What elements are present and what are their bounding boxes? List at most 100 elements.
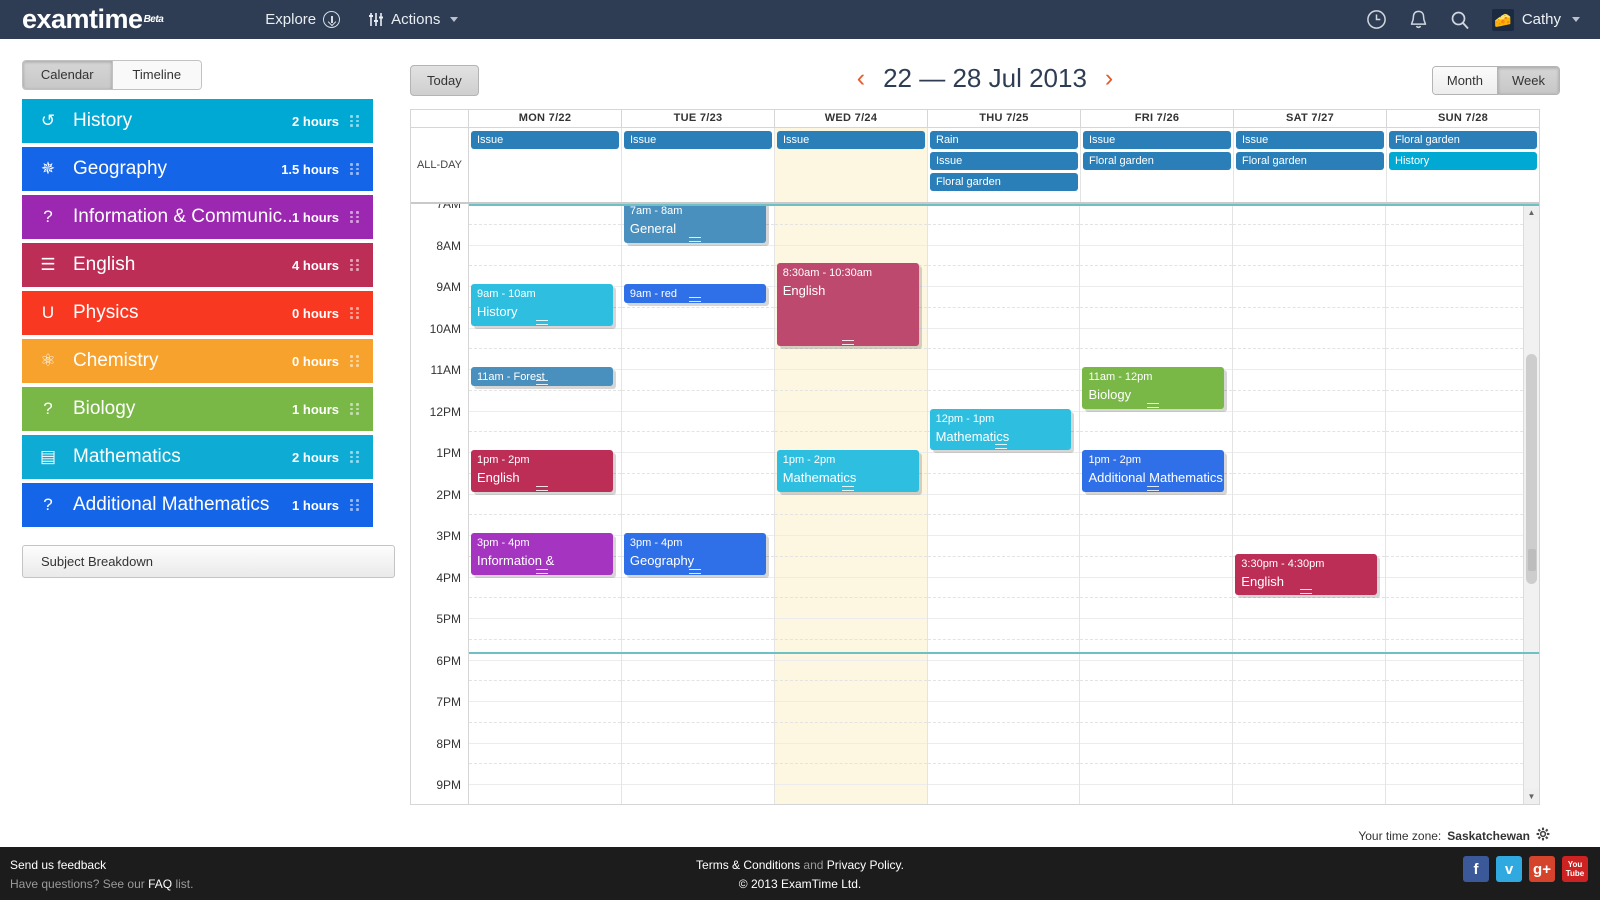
hour-slot[interactable] xyxy=(1233,515,1386,536)
half-hour-slot[interactable] xyxy=(469,702,621,723)
half-hour-slot[interactable] xyxy=(1386,744,1539,765)
hour-slot[interactable] xyxy=(927,308,1080,329)
half-hour-slot[interactable] xyxy=(927,370,1080,391)
hour-slot[interactable] xyxy=(621,349,774,370)
event-resize-handle[interactable] xyxy=(535,568,548,574)
hour-slot[interactable] xyxy=(469,640,621,661)
search-icon[interactable] xyxy=(1450,10,1470,30)
hour-slot[interactable] xyxy=(927,515,1080,536)
half-hour-slot[interactable] xyxy=(621,619,774,640)
half-hour-slot[interactable] xyxy=(469,329,621,350)
event-resize-handle[interactable] xyxy=(688,236,701,242)
drag-handle-icon[interactable] xyxy=(350,163,361,175)
all-day-event[interactable]: Issue xyxy=(777,131,925,149)
half-hour-slot[interactable] xyxy=(774,495,927,516)
hour-slot[interactable] xyxy=(1386,391,1539,412)
all-day-cell[interactable]: Floral garden History xyxy=(1387,128,1539,202)
hour-slot[interactable] xyxy=(1080,723,1233,744)
drag-handle-icon[interactable] xyxy=(350,451,361,463)
hour-slot[interactable] xyxy=(774,640,927,661)
hour-slot[interactable] xyxy=(1386,515,1539,536)
subject-item[interactable]: ? Additional Mathematics 1 hours xyxy=(22,483,373,527)
half-hour-slot[interactable] xyxy=(927,578,1080,599)
calendar-event[interactable]: 11am - Forest xyxy=(471,367,613,386)
calendar-scrollbar[interactable]: ▲ ▼ xyxy=(1523,204,1539,804)
calendar-event[interactable]: 9am - 10am History xyxy=(471,284,613,326)
half-hour-slot[interactable] xyxy=(621,578,774,599)
hour-slot[interactable] xyxy=(1233,764,1386,785)
calendar-event[interactable]: 3:30pm - 4:30pm English xyxy=(1235,553,1378,596)
hour-slot[interactable] xyxy=(621,640,774,661)
drag-handle-icon[interactable] xyxy=(350,499,361,511)
half-hour-slot[interactable] xyxy=(1386,702,1539,723)
half-hour-slot[interactable] xyxy=(621,329,774,350)
half-hour-slot[interactable] xyxy=(1233,661,1386,682)
hour-slot[interactable] xyxy=(927,557,1080,578)
view-tab-timeline[interactable]: Timeline xyxy=(111,61,201,89)
half-hour-slot[interactable] xyxy=(621,495,774,516)
half-hour-slot[interactable] xyxy=(927,246,1080,267)
drag-handle-icon[interactable] xyxy=(350,403,361,415)
day-column[interactable]: 3:30pm - 4:30pm English xyxy=(1233,204,1387,804)
half-hour-slot[interactable] xyxy=(1080,785,1232,804)
hour-slot[interactable] xyxy=(1080,640,1233,661)
calendar-event[interactable]: 8:30am - 10:30am English xyxy=(776,263,919,347)
subject-item[interactable]: ↺ History 2 hours xyxy=(22,99,373,143)
hour-slot[interactable] xyxy=(927,225,1080,246)
day-column[interactable]: 7am - 8am General 9am - red 3pm - 4pm Geogra… xyxy=(621,204,775,804)
all-day-event[interactable]: Floral garden xyxy=(1083,152,1231,170)
nav-explore[interactable]: Explore xyxy=(251,11,354,28)
half-hour-slot[interactable] xyxy=(1386,287,1539,308)
event-resize-handle[interactable] xyxy=(841,485,854,491)
half-hour-slot[interactable] xyxy=(621,246,774,267)
hour-slot[interactable] xyxy=(1386,432,1539,453)
half-hour-slot[interactable] xyxy=(927,619,1080,640)
half-hour-slot[interactable] xyxy=(469,495,621,516)
prev-week-button[interactable]: ‹ xyxy=(857,66,865,91)
hour-slot[interactable] xyxy=(1233,640,1386,661)
half-hour-slot[interactable] xyxy=(1233,744,1386,765)
hour-slot[interactable] xyxy=(469,681,621,702)
half-hour-slot[interactable] xyxy=(1233,370,1386,391)
hour-slot[interactable] xyxy=(927,266,1080,287)
half-hour-slot[interactable] xyxy=(1386,329,1539,350)
all-day-event[interactable]: Floral garden xyxy=(1236,152,1384,170)
half-hour-slot[interactable] xyxy=(1080,329,1233,350)
calendar-event[interactable]: 11am - 12pm Biology xyxy=(1082,367,1225,409)
half-hour-slot[interactable] xyxy=(1386,661,1539,682)
hour-slot[interactable] xyxy=(621,764,774,785)
event-resize-handle[interactable] xyxy=(841,340,854,346)
all-day-cell[interactable]: Issue Floral garden xyxy=(1234,128,1387,202)
day-column[interactable]: 9am - 10am History 11am - Forest 1pm - 2pm E… xyxy=(469,204,622,804)
half-hour-slot[interactable] xyxy=(1233,702,1386,723)
today-button[interactable]: Today xyxy=(410,65,479,96)
half-hour-slot[interactable] xyxy=(774,412,927,433)
event-resize-handle[interactable] xyxy=(688,296,701,302)
hour-slot[interactable] xyxy=(469,225,621,246)
all-day-event[interactable]: Issue xyxy=(1236,131,1384,149)
event-resize-handle[interactable] xyxy=(535,319,548,325)
hour-slot[interactable] xyxy=(1386,474,1539,495)
hour-slot[interactable] xyxy=(1233,432,1386,453)
half-hour-slot[interactable] xyxy=(469,785,621,804)
half-hour-slot[interactable] xyxy=(774,370,927,391)
all-day-event[interactable]: Issue xyxy=(624,131,772,149)
half-hour-slot[interactable] xyxy=(469,661,621,682)
hour-slot[interactable] xyxy=(1386,266,1539,287)
half-hour-slot[interactable] xyxy=(1080,661,1233,682)
half-hour-slot[interactable] xyxy=(774,578,927,599)
month-view-button[interactable]: Month xyxy=(1432,67,1497,94)
half-hour-slot[interactable] xyxy=(927,744,1080,765)
half-hour-slot[interactable] xyxy=(1386,412,1539,433)
half-hour-slot[interactable] xyxy=(1233,495,1386,516)
hour-slot[interactable] xyxy=(1386,681,1539,702)
brand-logo[interactable]: examtime Beta xyxy=(22,4,164,35)
subject-item[interactable]: ▤ Mathematics 2 hours xyxy=(22,435,373,479)
half-hour-slot[interactable] xyxy=(469,619,621,640)
hour-slot[interactable] xyxy=(621,598,774,619)
all-day-event[interactable]: Issue xyxy=(471,131,619,149)
facebook-icon[interactable]: f xyxy=(1463,856,1489,882)
half-hour-slot[interactable] xyxy=(1080,412,1233,433)
half-hour-slot[interactable] xyxy=(927,702,1080,723)
half-hour-slot[interactable] xyxy=(1386,246,1539,267)
